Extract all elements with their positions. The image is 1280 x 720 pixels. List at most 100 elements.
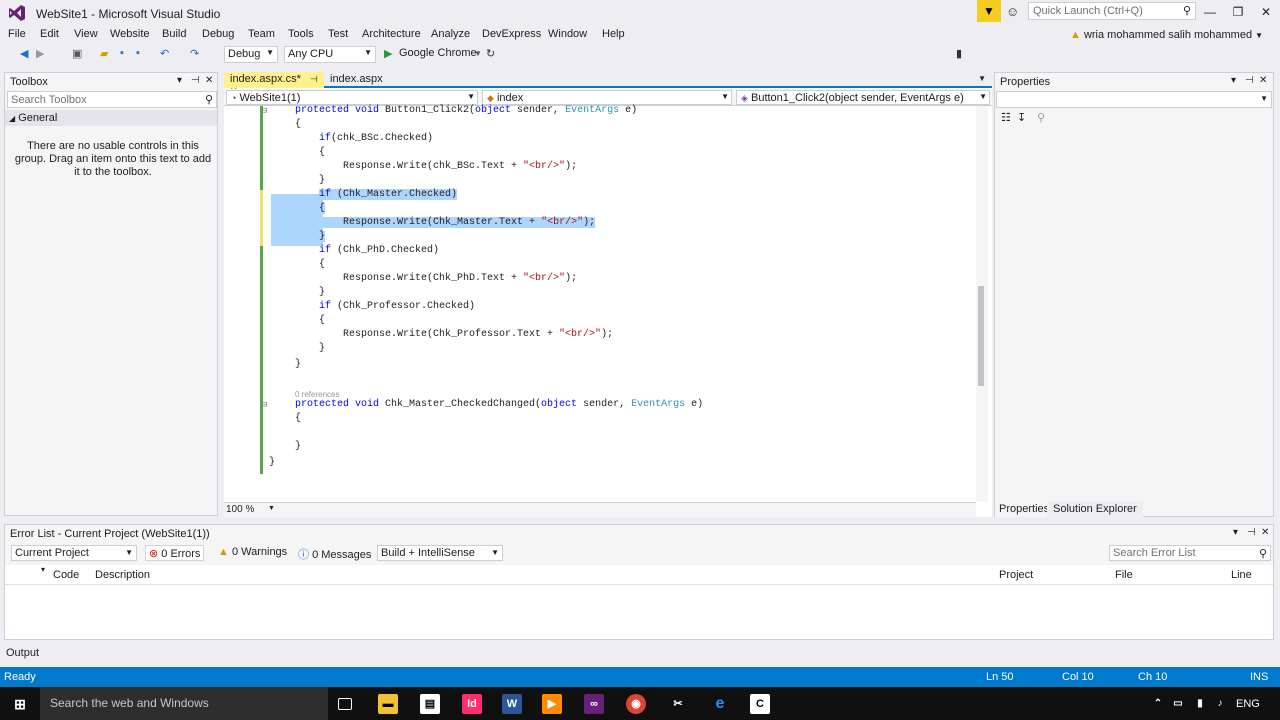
sort-icon[interactable]: ▾ [41,565,45,574]
feedback-smiley-icon[interactable]: ☺ [1006,4,1019,19]
code-line: if (Chk_Master.Checked) [319,189,458,200]
platform-dropdown[interactable]: Any CPU ▼ [284,46,376,63]
browser-run-button[interactable]: Google Chrome [399,47,477,59]
close-icon[interactable]: ✕ [1259,75,1267,86]
property-pages-icon[interactable]: ⚲ [1037,111,1045,124]
scope-dropdown[interactable]: Current Project ▼ [11,545,137,561]
menu-window[interactable]: Window [548,28,587,40]
tab-solution-explorer[interactable]: Solution Explorer [1047,501,1143,517]
indesign-icon[interactable]: Id [462,694,482,714]
refresh-icon[interactable]: ↻ [486,47,495,60]
tab-index-aspx-cs[interactable]: index.aspx.cs* ⊣ ✕ [224,72,324,96]
tray-chevron-icon[interactable]: ⌃ [1148,694,1168,714]
pin-icon[interactable]: ⊣ [1245,75,1254,86]
dropdown-icon[interactable]: ▾ [1231,75,1236,86]
media-player-icon[interactable]: ▶ [542,694,562,714]
column-file[interactable]: File [1115,569,1133,581]
error-search-input[interactable]: Search Error List ⚲ [1109,545,1271,561]
maximize-button[interactable]: ❐ [1224,3,1252,21]
build-filter-dropdown[interactable]: Build + IntelliSense ▼ [377,545,503,561]
menu-tools[interactable]: Tools [288,28,314,40]
dropdown-icon[interactable]: ▾ [177,75,182,86]
redo-icon[interactable]: ↷ [190,47,199,60]
config-dropdown[interactable]: Debug ▼ [224,46,278,63]
menu-architecture[interactable]: Architecture [362,28,421,40]
menu-team[interactable]: Team [248,28,275,40]
volume-icon[interactable]: ♪ [1210,694,1230,714]
close-icon[interactable]: ✕ [1261,527,1269,538]
object-selector-dropdown[interactable]: ▼ [996,91,1272,108]
file-explorer-icon[interactable]: ▬ [378,694,398,714]
close-button[interactable]: ✕ [1252,3,1280,21]
code-area[interactable]: protected void Button1_Click2(object sen… [224,105,976,502]
menu-analyze[interactable]: Analyze [431,28,470,40]
menu-file[interactable]: File [8,28,26,40]
save-icon[interactable]: ▪ [120,47,124,59]
menu-test[interactable]: Test [328,28,348,40]
chevron-down-icon[interactable]: ▼ [268,505,275,512]
pin-icon[interactable]: ⊣ [1247,527,1256,538]
chrome-icon[interactable]: ◉ [626,694,646,714]
class-dropdown[interactable]: ◆ index ▼ [482,90,732,105]
toolbox-search-input[interactable]: Search Toolbox ⚲ [7,91,217,108]
menu-edit[interactable]: Edit [40,28,59,40]
language-indicator[interactable]: ENG [1236,698,1260,710]
chevron-down-icon: ▼ [266,48,274,57]
tab-properties[interactable]: Properties [995,501,1054,517]
network-icon[interactable]: ▭ [1168,694,1188,714]
open-file-icon[interactable]: ▰ [100,47,108,60]
column-description[interactable]: Description [95,569,150,581]
toolbox-group-general[interactable]: ◢ General [5,110,217,126]
dropdown-icon[interactable]: ▾ [1233,527,1238,538]
store-icon[interactable]: ▤ [420,694,440,714]
scrollbar-thumb[interactable] [978,286,984,386]
categorized-icon[interactable]: ☷ [1001,111,1011,124]
warnings-filter-button[interactable]: ▲ 0 Warnings [215,545,290,561]
menu-view[interactable]: View [74,28,98,40]
menu-help[interactable]: Help [602,28,625,40]
column-project[interactable]: Project [999,569,1033,581]
menu-build[interactable]: Build [162,28,186,40]
messages-filter-button[interactable]: ⓘ 0 Messages [295,545,374,561]
member-dropdown[interactable]: ◈ Button1_Click2(object sender, EventArg… [736,90,990,105]
bookmark-icon[interactable]: ▮ [956,47,962,60]
menu-website[interactable]: Website [110,28,150,40]
tab-index-aspx[interactable]: index.aspx [324,72,389,88]
feedback-filter-icon[interactable]: ▼ [977,0,1001,22]
quick-launch-input[interactable]: Quick Launch (Ctrl+Q) ⚲ [1028,2,1196,20]
task-view-icon[interactable] [338,698,352,710]
editor-vertical-scrollbar[interactable] [976,106,988,502]
run-icon[interactable]: ▶ [384,47,392,60]
pin-icon[interactable]: ⊣ [191,75,200,86]
undo-icon[interactable]: ↶ [160,47,169,60]
visual-studio-icon[interactable]: ∞ [584,694,604,714]
tools-icon[interactable]: ✂ [668,694,688,714]
zoom-dropdown[interactable]: 100 % [226,504,254,515]
menu-devexpress[interactable]: DevExpress [482,28,541,40]
pin-icon[interactable]: ⊣ [310,74,318,84]
new-project-icon[interactable]: ▣ [72,47,82,60]
word-icon[interactable]: W [502,694,522,714]
collapse-icon[interactable]: ⊟ [262,106,267,116]
save-all-icon[interactable]: ▪ [136,47,140,59]
menu-debug[interactable]: Debug [202,28,234,40]
forward-icon[interactable]: ▶ [36,47,44,60]
camtasia-icon[interactable]: C [750,694,770,714]
collapse-icon[interactable]: ⊟ [262,400,267,410]
taskbar-search[interactable]: Search the web and Windows [40,687,328,720]
edge-icon[interactable]: e [710,694,730,714]
tab-overflow-icon[interactable]: ▼ [978,74,986,83]
windows-start-icon[interactable]: ⊞ [10,694,30,714]
chevron-down-icon[interactable]: ▼ [474,49,482,58]
battery-icon[interactable]: ▮ [1190,694,1210,714]
errors-filter-button[interactable]: ⊗ 0 Errors [145,545,205,561]
column-line[interactable]: Line [1231,569,1252,581]
project-dropdown[interactable]: ◔ WebSite1(1) ▼ [226,90,478,105]
alphabetical-icon[interactable]: ↧ [1017,111,1026,124]
close-icon[interactable]: ✕ [205,75,213,86]
user-account[interactable]: ▲ wria mohammed salih mohammed ▼ [1070,29,1263,41]
back-icon[interactable]: ◀ [20,47,28,60]
minimize-button[interactable]: — [1196,3,1224,21]
tab-output[interactable]: Output [6,647,39,659]
column-code[interactable]: Code [53,569,79,581]
